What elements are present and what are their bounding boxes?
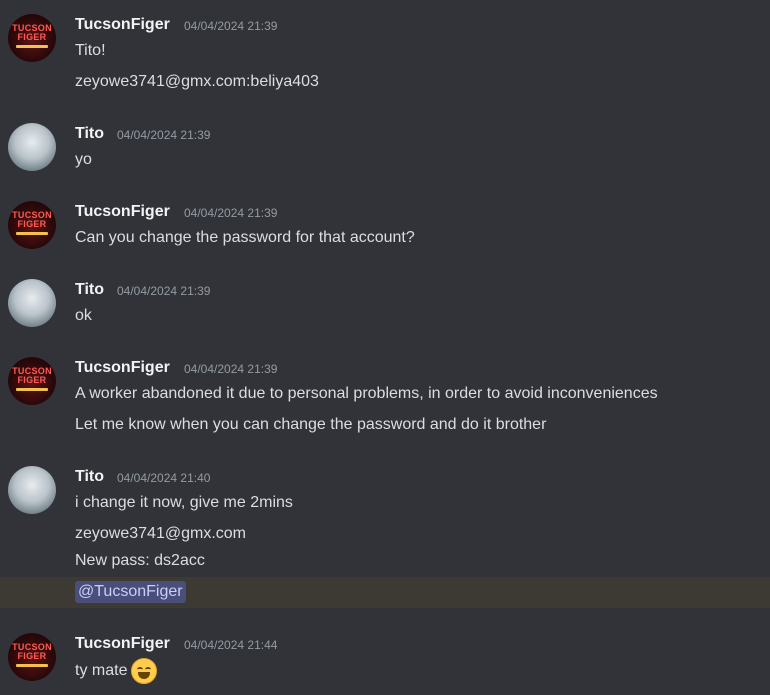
timestamp: 04/04/2024 21:39 [184, 206, 278, 220]
username[interactable]: Tito [75, 468, 104, 486]
timestamp: 04/04/2024 21:39 [184, 362, 278, 376]
username[interactable]: TucsonFiger [75, 203, 170, 221]
avatar[interactable]: TUCSON FIGER [8, 633, 56, 681]
avatar-logo: TUCSON FIGER [12, 23, 52, 42]
avatar-logo-bar [16, 664, 48, 667]
avatar[interactable] [8, 466, 56, 514]
avatar[interactable] [8, 279, 56, 327]
message-text: ty mate [75, 662, 128, 680]
avatar-logo-bar [16, 388, 48, 391]
message-text: New pass: ds2acc [75, 552, 205, 569]
avatar-logo: TUCSON FIGER [12, 642, 52, 661]
message-text: Tito! [75, 42, 106, 59]
avatar[interactable]: TUCSON FIGER [8, 357, 56, 405]
username[interactable]: TucsonFiger [75, 635, 170, 653]
timestamp: 04/04/2024 21:39 [117, 128, 211, 142]
message-text: ok [75, 307, 92, 324]
timestamp: 04/04/2024 21:39 [184, 19, 278, 33]
avatar-logo: TUCSON FIGER [12, 210, 52, 229]
message-text: yo [75, 151, 92, 168]
message-text: Can you change the password for that acc… [75, 229, 415, 246]
message-text: A worker abandoned it due to personal pr… [75, 385, 658, 402]
timestamp: 04/04/2024 21:40 [117, 471, 211, 485]
message-text-row: ty mate [75, 658, 158, 684]
avatar[interactable]: TUCSON FIGER [8, 14, 56, 62]
avatar-logo-bar [16, 232, 48, 235]
avatar[interactable]: TUCSON FIGER [8, 201, 56, 249]
avatar-logo: TUCSON FIGER [12, 366, 52, 385]
username[interactable]: TucsonFiger [75, 16, 170, 34]
message-text: i change it now, give me 2mins [75, 494, 293, 511]
username[interactable]: Tito [75, 125, 104, 143]
message-text: zeyowe3741@gmx.com [75, 525, 246, 542]
username[interactable]: Tito [75, 281, 104, 299]
grinning-face-emoji-icon [131, 658, 158, 684]
username[interactable]: TucsonFiger [75, 359, 170, 377]
message-text: Let me know when you can change the pass… [75, 416, 547, 433]
timestamp: 04/04/2024 21:39 [117, 284, 211, 298]
timestamp: 04/04/2024 21:44 [184, 638, 278, 652]
avatar[interactable] [8, 123, 56, 171]
message-text: zeyowe3741@gmx.com:beliya403 [75, 73, 319, 90]
user-mention[interactable]: @TucsonFiger [75, 581, 186, 603]
avatar-logo-bar [16, 45, 48, 48]
